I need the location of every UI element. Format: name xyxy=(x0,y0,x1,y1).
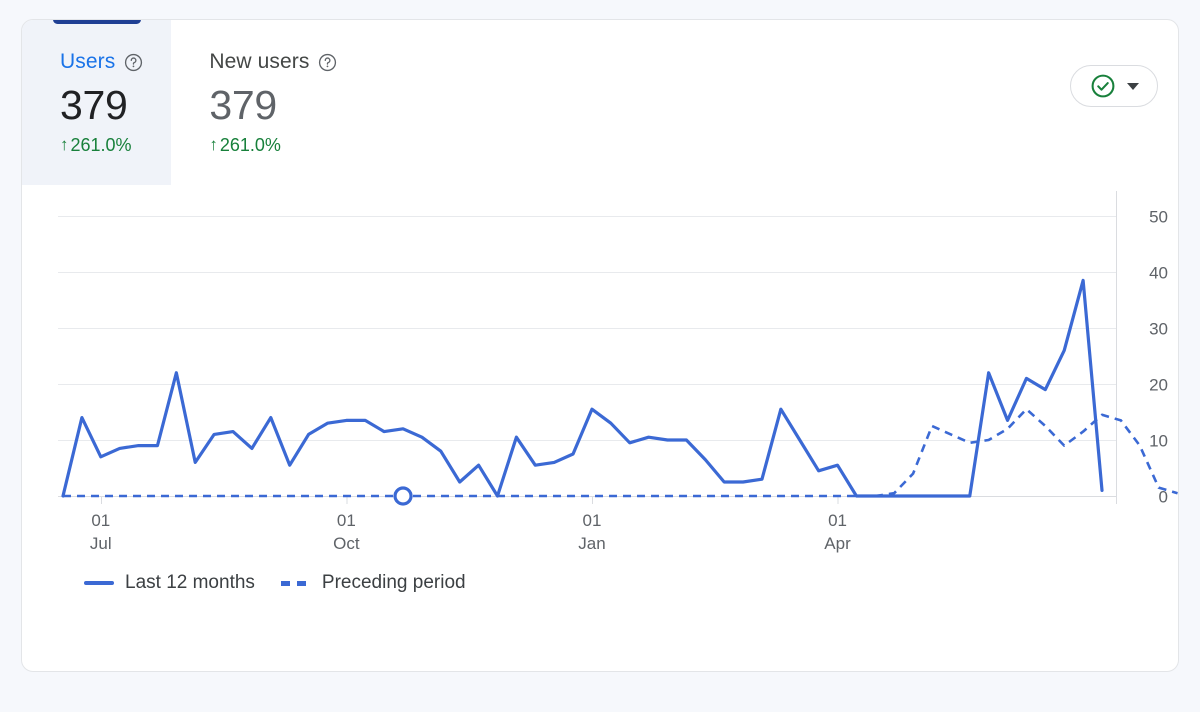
trend-chart-svg[interactable]: 50 40 30 20 10 0 01 Jul 01 Oct 01 Jan 01 Apr xyxy=(22,185,1179,605)
legend-item-previous[interactable]: Preceding period xyxy=(281,572,466,594)
metric-value: 379 xyxy=(209,81,337,129)
help-circle-icon[interactable] xyxy=(124,53,143,72)
metric-label: Users xyxy=(60,50,115,74)
metric-label: New users xyxy=(209,50,309,74)
chart-series-group xyxy=(63,280,1178,496)
chart-y-axis-labels: 50 40 30 20 10 0 xyxy=(1149,208,1168,507)
metric-delta: ↑ 261.0% xyxy=(209,134,337,156)
svg-text:0: 0 xyxy=(1159,488,1168,507)
svg-text:20: 20 xyxy=(1149,376,1168,395)
svg-text:01: 01 xyxy=(582,511,601,530)
check-circle-icon xyxy=(1090,73,1116,99)
svg-text:30: 30 xyxy=(1149,320,1168,339)
chart-point-markers xyxy=(395,488,411,504)
metric-header: New users xyxy=(209,50,337,74)
metric-tab-row: Users 379 ↑ 261.0% New users xyxy=(22,20,1178,185)
svg-text:10: 10 xyxy=(1149,432,1168,451)
legend-item-current[interactable]: Last 12 months xyxy=(84,572,255,594)
metric-header: Users xyxy=(60,50,143,74)
svg-text:50: 50 xyxy=(1149,208,1168,227)
metric-tab-new-users[interactable]: New users 379 ↑ 261.0% xyxy=(171,20,365,185)
legend-label: Preceding period xyxy=(322,572,466,594)
svg-text:01: 01 xyxy=(337,511,356,530)
metric-delta: ↑ 261.0% xyxy=(60,134,143,156)
chart-legend: Last 12 months Preceding period xyxy=(84,572,466,594)
trend-up-arrow-icon: ↑ xyxy=(60,134,69,156)
svg-text:01: 01 xyxy=(828,511,847,530)
data-quality-status-button[interactable] xyxy=(1070,65,1158,107)
legend-swatch-solid-icon xyxy=(84,581,114,585)
chart-gridlines xyxy=(58,191,1117,504)
trend-up-arrow-icon: ↑ xyxy=(209,134,218,156)
chart-x-axis-labels: 01 Jul 01 Oct 01 Jan 01 Apr xyxy=(90,511,851,553)
active-tab-indicator xyxy=(53,19,141,24)
legend-label: Last 12 months xyxy=(125,572,255,594)
metric-delta-value: 261.0% xyxy=(220,134,281,156)
metric-tab-users[interactable]: Users 379 ↑ 261.0% xyxy=(22,20,171,185)
svg-text:Apr: Apr xyxy=(824,534,851,553)
metrics-card: Users 379 ↑ 261.0% New users xyxy=(21,19,1179,672)
metric-value: 379 xyxy=(60,81,143,129)
svg-text:Jul: Jul xyxy=(90,534,112,553)
help-circle-icon[interactable] xyxy=(318,53,337,72)
trend-chart: 50 40 30 20 10 0 01 Jul 01 Oct 01 Jan 01 Apr xyxy=(22,185,1178,605)
metric-delta-value: 261.0% xyxy=(71,134,132,156)
svg-text:40: 40 xyxy=(1149,264,1168,283)
chevron-down-icon xyxy=(1127,83,1139,90)
svg-text:01: 01 xyxy=(91,511,110,530)
svg-text:Oct: Oct xyxy=(333,534,360,553)
svg-text:Jan: Jan xyxy=(578,534,605,553)
legend-swatch-dashed-icon xyxy=(281,581,311,586)
